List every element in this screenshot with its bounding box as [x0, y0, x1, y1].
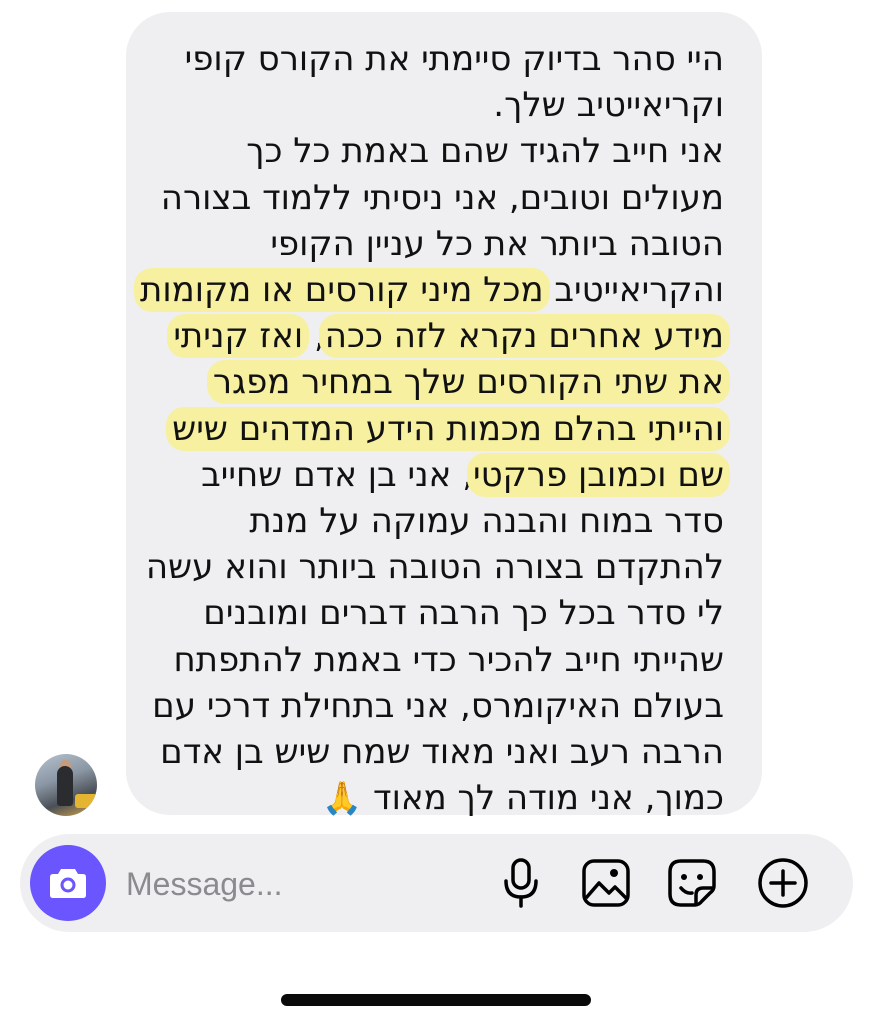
- message-line: הטובה ביותר את כל עניין הקופי: [270, 223, 724, 264]
- message-line: הרבה רעב ואני מאוד שמח שיש בן אדם: [160, 732, 724, 773]
- home-indicator[interactable]: [281, 994, 591, 1006]
- highlighted-text: מכל מיני קורסים או מקומות: [134, 268, 550, 313]
- message-text: היי סהר בדיוק סיימתי את הקורס קופי וקריא…: [134, 36, 730, 821]
- message-line: כמוך, אני מודה לך מאוד 🙏: [146, 775, 724, 821]
- highlighted-text: והייתי בהלם מכמות הידע המדהים שיש: [166, 406, 730, 451]
- line-text: , אני בן אדם שחייב: [201, 454, 474, 495]
- chat-area: היי סהר בדיוק סיימתי את הקורס קופי וקריא…: [0, 0, 872, 830]
- gallery-icon: [582, 859, 630, 907]
- sticker-icon: [668, 859, 716, 907]
- message-composer: [20, 834, 853, 932]
- microphone-icon: [504, 858, 538, 908]
- camera-button[interactable]: [30, 845, 106, 921]
- highlighted-text: את שתי הקורסים שלך במחיר מפגר: [206, 360, 730, 405]
- message-line: והקריאייטיב מכל מיני קורסים או מקומות: [134, 267, 724, 313]
- avatar-photo-taxi: [75, 794, 97, 808]
- message-line: אני חייב להגיד שהם באמת כל כך: [246, 131, 724, 172]
- camera-icon: [50, 869, 86, 898]
- message-line: והייתי בהלם מכמות הידע המדהים שיש: [146, 406, 730, 452]
- message-line: היי סהר בדיוק סיימתי את הקורס קופי: [184, 39, 724, 79]
- message-line: שהייתי חייב להכיר כדי באמת להתפתח: [173, 639, 724, 680]
- message-line: את שתי הקורסים שלך במחיר מפגר: [146, 359, 730, 405]
- line-text: והקריאייטיב: [543, 270, 724, 311]
- gallery-button[interactable]: [579, 856, 633, 910]
- message-line: להתקדם בצורה הטובה ביותר והוא עשה: [145, 547, 724, 588]
- message-line: בעולם האיקומרס, אני בתחילת דרכי עם: [152, 685, 724, 726]
- line-text: כמוך, אני מודה לך מאוד: [373, 778, 724, 819]
- message-line: וקריאייטיב שלך.: [493, 85, 724, 126]
- add-icon: [758, 858, 808, 908]
- message-line: מעולים וטובים, אני ניסיתי ללמוד בצורה: [160, 177, 724, 218]
- message-line: סדר במוח והבנה עמוקה על מנת: [249, 501, 724, 542]
- highlighted-text: שם וכמובן פרקטי: [467, 452, 730, 497]
- message-line: מידע אחרים נקרא לזה ככה, ואז קניתי: [146, 313, 730, 359]
- message-line: לי סדר בכל כך הרבה דברים ומובנים: [203, 593, 724, 634]
- sender-avatar[interactable]: [35, 754, 97, 816]
- highlighted-text: ואז קניתי: [167, 314, 310, 359]
- message-input[interactable]: [124, 856, 488, 912]
- folded-hands-emoji: 🙏: [322, 779, 363, 818]
- sticker-button[interactable]: [665, 856, 719, 910]
- highlighted-text: מידע אחרים נקרא לזה ככה: [318, 314, 730, 359]
- avatar-photo-figure: [57, 766, 73, 806]
- microphone-button[interactable]: [494, 856, 548, 910]
- message-bubble[interactable]: היי סהר בדיוק סיימתי את הקורס קופי וקריא…: [126, 12, 762, 818]
- add-button[interactable]: [756, 856, 810, 910]
- message-line: שם וכמובן פרקטי, אני בן אדם שחייב: [146, 452, 730, 498]
